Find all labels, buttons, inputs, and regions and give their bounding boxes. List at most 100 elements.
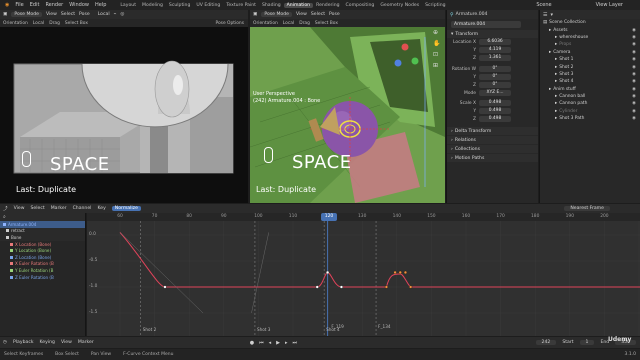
outliner-row[interactable]: ▸ Shot 2 ◉ (540, 63, 640, 70)
pose-options[interactable]: Pose Options (215, 21, 248, 26)
play-icon[interactable]: ▶ (276, 340, 280, 346)
grid-icon[interactable]: ⊞ (433, 62, 443, 69)
outliner-row[interactable]: ▸ Shot 4 ◉ (540, 78, 640, 85)
outliner-row[interactable]: ▸ Cylinder ◉ (540, 108, 640, 115)
visibility-icon[interactable]: ◉ (632, 109, 636, 114)
visibility-icon[interactable]: ◉ (632, 28, 636, 33)
orientation-value[interactable]: Local (283, 21, 294, 26)
mode-dropdown[interactable]: Pose Mode (11, 12, 42, 17)
menu-key[interactable]: Key (97, 206, 105, 211)
editor-type-icon[interactable]: ▣ (253, 12, 257, 17)
menu-file[interactable]: File (12, 2, 26, 8)
channel-row[interactable]: X Euler Rotation (B (0, 260, 85, 268)
drag-value[interactable]: Select Box (65, 21, 88, 26)
location-z-field[interactable]: 1.361 (479, 54, 511, 62)
rotation-z-field[interactable]: 0° (479, 81, 511, 89)
menu-render[interactable]: Render (42, 2, 66, 8)
channel-row[interactable]: Y Euler Rotation (B (0, 267, 85, 274)
timeline-marker[interactable]: F_119 (331, 324, 344, 329)
tab-shading[interactable]: Shading (259, 3, 284, 8)
menu-view[interactable]: View (296, 12, 307, 17)
tab-compositing[interactable]: Compositing (343, 3, 378, 8)
timeline-marker[interactable]: Shot 3 (257, 327, 271, 332)
menu-playback[interactable]: Playback (13, 340, 34, 345)
normalize-toggle[interactable]: Normalize (111, 206, 141, 211)
visibility-icon[interactable]: ◉ (632, 79, 636, 84)
outliner-row[interactable]: ▸ whereshouse ◉ (540, 34, 640, 41)
menu-edit[interactable]: Edit (27, 2, 43, 8)
tab-uv-editing[interactable]: UV Editing (193, 3, 223, 8)
editor-type-icon[interactable]: ⤴ (3, 206, 8, 212)
outliner-row[interactable]: ▸ Props ◉ (540, 41, 640, 48)
visibility-icon[interactable]: ◉ (632, 42, 636, 47)
menu-window[interactable]: Window (66, 2, 92, 8)
filter-icon[interactable]: ▾ (550, 12, 553, 18)
proportional-icon[interactable]: ◎ (120, 12, 124, 17)
outliner-icon[interactable]: ☰ (543, 12, 547, 18)
menu-marker[interactable]: Marker (51, 206, 67, 211)
jump-end-icon[interactable]: ⏭ (293, 340, 298, 346)
outliner-row[interactable]: ▸ Shot 1 ◉ (540, 56, 640, 63)
graph-area[interactable]: 60 70 80 90 100 110 120 130 140 150 160 170 180 190 20… (87, 213, 640, 336)
visibility-icon[interactable]: ◉ (632, 50, 636, 55)
visibility-icon[interactable]: ◉ (632, 101, 636, 106)
relations-header[interactable]: › Relations (447, 136, 538, 144)
scale-y-field[interactable]: 0.498 (479, 107, 511, 115)
outliner-row[interactable]: ▸ Cannon ball ◉ (540, 93, 640, 100)
menu-select[interactable]: Select (31, 206, 45, 211)
blender-logo-icon[interactable]: ◉ (2, 2, 12, 8)
menu-view[interactable]: View (61, 340, 72, 345)
menu-select[interactable]: Select (61, 12, 75, 17)
visibility-icon[interactable]: ◉ (632, 65, 636, 70)
pan-icon[interactable]: ✋ (433, 40, 443, 47)
frame-ruler[interactable]: 60 70 80 90 100 110 120 130 140 150 160 170 180 190 20… (87, 213, 640, 221)
location-y-field[interactable]: 4.119 (479, 46, 511, 54)
visibility-icon[interactable]: ◉ (632, 72, 636, 77)
channel-row[interactable]: Bone (0, 234, 85, 241)
motion-paths-header[interactable]: › Motion Paths (447, 154, 538, 162)
fcurve-canvas[interactable] (87, 221, 640, 336)
object-name-field[interactable]: Armature.004 (451, 20, 521, 28)
snap-icon[interactable]: ⌁ (114, 12, 117, 17)
next-key-icon[interactable]: ▸ (285, 340, 288, 346)
outliner-row[interactable]: ▸ Anim stuff ◉ (540, 86, 640, 93)
visibility-icon[interactable]: ◉ (632, 94, 636, 99)
drag-value[interactable]: Select Box (315, 21, 338, 26)
menu-view[interactable]: View (14, 206, 25, 211)
outliner-row[interactable]: ▸ Cannon path ◉ (540, 100, 640, 107)
search-icon[interactable]: ⌕ (3, 214, 6, 220)
zoom-icon[interactable]: ⊕ (433, 29, 443, 36)
channel-row[interactable]: Armature.004 (0, 221, 85, 228)
outliner-row[interactable]: ▸ Assets ◉ (540, 26, 640, 33)
tab-scripting[interactable]: Scripting (422, 3, 448, 8)
view-layer-selector[interactable]: View Layer (593, 2, 626, 8)
menu-help[interactable]: Help (92, 2, 109, 8)
channel-row[interactable]: Z Location (Bone) (0, 253, 85, 261)
tab-texture-paint[interactable]: Texture Paint (223, 3, 259, 8)
tab-animation[interactable]: Animation (283, 2, 314, 8)
channel-row[interactable]: Y Location (Bone) (0, 247, 85, 254)
scene-selector[interactable]: Scene (533, 2, 554, 8)
channel-row[interactable]: retract (0, 227, 85, 235)
scale-z-field[interactable]: 0.498 (479, 115, 511, 123)
tab-layout[interactable]: Layout (117, 3, 139, 8)
collections-header[interactable]: › Collections (447, 145, 538, 153)
rotation-x-field[interactable]: 0° (479, 65, 511, 73)
tab-modeling[interactable]: Modeling (139, 3, 166, 8)
scale-x-field[interactable]: 0.498 (479, 99, 511, 107)
menu-channel[interactable]: Channel (73, 206, 92, 211)
visibility-icon[interactable]: ◉ (632, 87, 636, 92)
prev-key-icon[interactable]: ◂ (269, 340, 272, 346)
menu-pose[interactable]: Pose (329, 12, 340, 17)
tab-geometry-nodes[interactable]: Geometry Nodes (377, 3, 422, 8)
rotation-y-field[interactable]: 0° (479, 73, 511, 81)
delta-transform-header[interactable]: › Delta Transform (447, 127, 538, 135)
transform-panel-header[interactable]: ▾ Transform (447, 30, 538, 38)
timeline-marker[interactable]: Shot 2 (143, 327, 157, 332)
outliner-row[interactable]: ▸ Shot 3 ◉ (540, 71, 640, 78)
menu-pose[interactable]: Pose (79, 12, 90, 17)
rotation-mode-dropdown[interactable]: XYZ E... (479, 89, 511, 97)
channel-row[interactable]: Z Euler Rotation (B (0, 273, 85, 281)
visibility-icon[interactable]: ◉ (632, 57, 636, 62)
start-frame-field[interactable]: 1 (579, 340, 595, 345)
